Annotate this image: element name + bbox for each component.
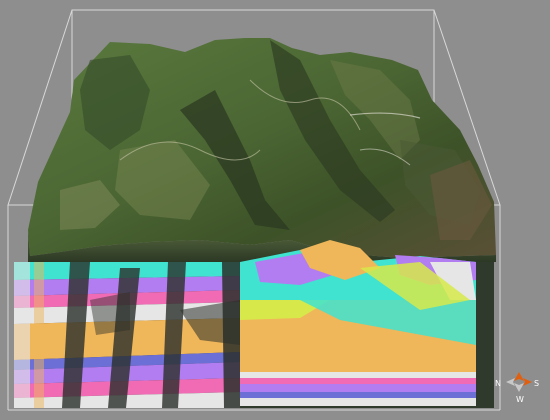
scene-canvas[interactable]: N S W (0, 0, 550, 416)
terrain-surface[interactable] (28, 38, 496, 262)
compass-label-s: S (534, 379, 539, 388)
compass-arrow-icon (514, 372, 524, 381)
compass-widget[interactable]: N S W (495, 372, 539, 404)
compass-arrow-icon (523, 378, 532, 386)
compass-label-w: W (516, 395, 524, 404)
geologic-strata-section[interactable] (14, 240, 494, 408)
compass-label-n: N (495, 379, 501, 388)
3d-geologic-model-viewport[interactable]: N S W (0, 0, 550, 416)
compass-arrow-icon (514, 383, 524, 392)
compass-arrow-icon (506, 378, 515, 386)
